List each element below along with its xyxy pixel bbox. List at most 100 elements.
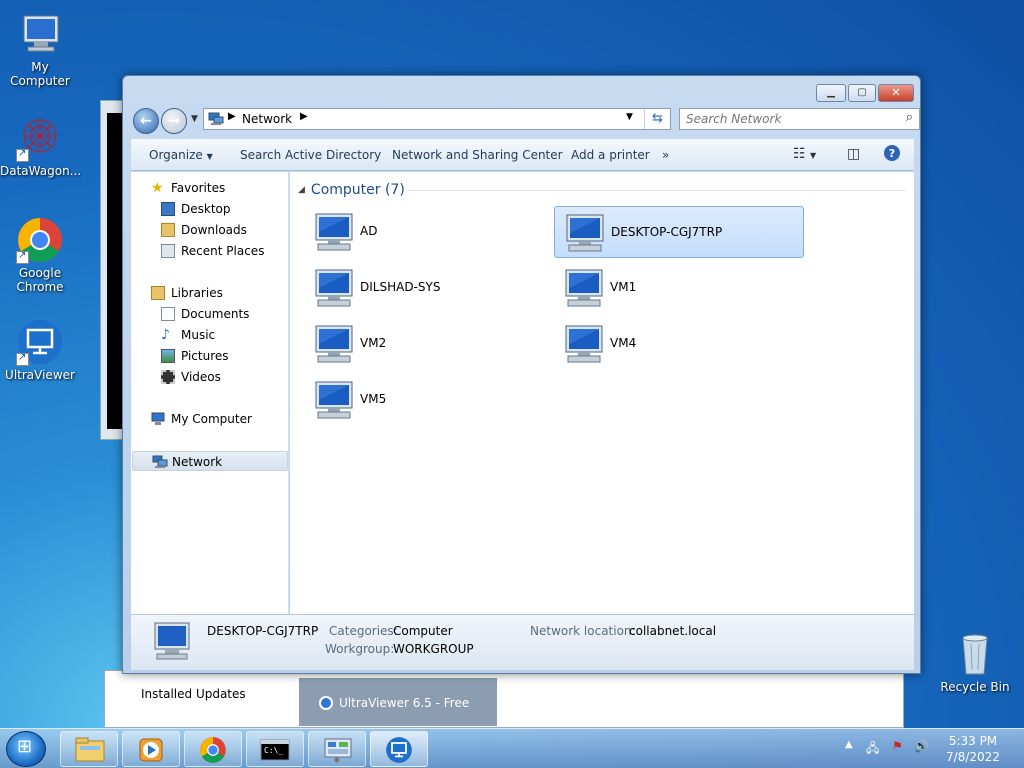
- breadcrumb-chevron-icon[interactable]: ▶: [228, 111, 236, 122]
- taskbar-chrome-button[interactable]: [184, 731, 242, 767]
- explorer-window[interactable]: ▁ ▢ ✕ ← → ▼ ▶ Network ▶ ▼ ⇆ ⌕ Organize ▼…: [122, 75, 921, 674]
- maximize-button[interactable]: ▢: [848, 84, 876, 102]
- installed-updates-link[interactable]: Installed Updates: [141, 687, 246, 701]
- nav-favorites[interactable]: ★ Favorites: [131, 178, 287, 198]
- nav-label: Downloads: [181, 223, 247, 237]
- address-bar[interactable]: ▶ Network ▶ ▼ ⇆: [203, 108, 671, 130]
- details-categories-value: Computer: [393, 624, 453, 638]
- clock[interactable]: 5:33 PM 7/8/2022: [930, 733, 1016, 765]
- computer-item-label: AD: [360, 224, 378, 238]
- nav-music[interactable]: ♪ Music: [131, 325, 287, 345]
- group-header-label: Computer (7): [310, 182, 405, 198]
- shortcut-arrow-icon: [16, 147, 29, 162]
- nav-label: Recent Places: [181, 244, 265, 258]
- desktop-icon-google-chrome[interactable]: Google Chrome: [0, 216, 80, 294]
- computer-item[interactable]: VM1: [554, 262, 804, 314]
- ultraviewer-icon: [386, 737, 412, 763]
- network-sharing-center-button[interactable]: Network and Sharing Center: [392, 148, 563, 162]
- nav-desktop[interactable]: Desktop: [131, 199, 287, 219]
- music-icon: ♪: [161, 327, 170, 343]
- desktop-icon-recycle-bin[interactable]: Recycle Bin: [935, 630, 1015, 694]
- preview-pane-icon[interactable]: ◫: [847, 146, 860, 162]
- breadcrumb-chevron-icon[interactable]: ▶: [300, 111, 308, 122]
- computer-icon: [561, 213, 609, 258]
- taskbar-ultraviewer-button[interactable]: [370, 731, 428, 767]
- taskbar-media-player-button[interactable]: [122, 731, 180, 767]
- nav-my-computer[interactable]: My Computer: [131, 409, 287, 429]
- computer-item-label: VM2: [360, 336, 387, 350]
- nav-label: Favorites: [171, 181, 226, 195]
- computer-item[interactable]: DESKTOP-CGJ7TRP: [554, 206, 804, 258]
- desktop-icon-ultraviewer[interactable]: UltraViewer: [0, 318, 80, 382]
- ultraviewer-taskbar-preview[interactable]: UltraViewer 6.5 - Free: [298, 677, 498, 727]
- ultraviewer-icon: [16, 318, 64, 366]
- desktop-icon-label: DataWagon...: [0, 164, 82, 178]
- nav-network[interactable]: Network: [132, 451, 288, 471]
- computer-item[interactable]: VM2: [304, 318, 554, 370]
- search-box[interactable]: ⌕: [679, 108, 920, 130]
- organize-label: Organize: [149, 148, 203, 162]
- computer-icon: [560, 324, 608, 369]
- nav-recent-places[interactable]: Recent Places: [131, 241, 287, 261]
- downloads-folder-icon: [161, 223, 175, 237]
- taskbar-cmd-button[interactable]: C:\_: [246, 731, 304, 767]
- start-button[interactable]: [6, 731, 46, 767]
- volume-icon[interactable]: 🔊: [914, 739, 929, 753]
- group-header[interactable]: ◢ Computer (7): [298, 182, 405, 198]
- more-commands-button[interactable]: »: [662, 148, 669, 162]
- details-workgroup-label: Workgroup:: [325, 642, 395, 656]
- computer-icon: [560, 268, 608, 313]
- computer-item[interactable]: DILSHAD-SYS: [304, 262, 554, 314]
- desktop-icon-my-computer[interactable]: My Computer: [0, 10, 80, 88]
- nav-pictures[interactable]: Pictures: [131, 346, 287, 366]
- close-button[interactable]: ✕: [878, 84, 914, 102]
- nav-label: Videos: [181, 370, 221, 384]
- computer-item[interactable]: AD: [304, 206, 554, 258]
- nav-downloads[interactable]: Downloads: [131, 220, 287, 240]
- computer-item[interactable]: VM4: [554, 318, 804, 370]
- forward-button[interactable]: →: [161, 108, 187, 134]
- nav-libraries[interactable]: Libraries: [131, 283, 287, 303]
- desktop-icon-label: UltraViewer: [5, 368, 75, 382]
- refresh-icon[interactable]: ⇆: [644, 109, 670, 129]
- taskbar-control-panel-button[interactable]: [308, 731, 366, 767]
- back-button[interactable]: ←: [133, 108, 159, 134]
- clock-date: 7/8/2022: [946, 750, 1000, 764]
- computer-item-label: DILSHAD-SYS: [360, 280, 441, 294]
- ultraviewer-preview-title: UltraViewer 6.5 - Free: [339, 696, 470, 710]
- nav-label: Desktop: [181, 202, 231, 216]
- search-input[interactable]: [686, 112, 886, 126]
- breadcrumb-network[interactable]: Network: [242, 112, 292, 126]
- computer-icon: [310, 268, 358, 313]
- computer-item-label: VM1: [610, 280, 637, 294]
- minimize-button[interactable]: ▁: [816, 84, 846, 102]
- recent-pages-dropdown[interactable]: ▼: [191, 114, 198, 124]
- computer-icon: [310, 324, 358, 369]
- taskbar-explorer-button[interactable]: [60, 731, 118, 767]
- computer-item[interactable]: VM5: [304, 374, 554, 426]
- computer-icon: [16, 10, 64, 58]
- network-tray-icon[interactable]: 🖧: [866, 739, 879, 760]
- change-view-icon[interactable]: ☷ ▼: [793, 146, 816, 162]
- add-printer-button[interactable]: Add a printer: [571, 148, 650, 162]
- control-panel-icon: [324, 738, 352, 763]
- nav-label: My Computer: [171, 412, 252, 426]
- search-icon[interactable]: ⌕: [906, 110, 913, 125]
- organize-button[interactable]: Organize ▼: [149, 148, 213, 162]
- address-dropdown-icon[interactable]: ▼: [626, 112, 633, 122]
- media-player-icon: [139, 738, 163, 762]
- desktop-icon: [161, 202, 175, 216]
- nav-documents[interactable]: Documents: [131, 304, 287, 324]
- nav-videos[interactable]: Videos: [131, 367, 287, 387]
- help-icon[interactable]: ?: [883, 144, 901, 166]
- background-programs-window[interactable]: Installed Updates: [104, 670, 904, 728]
- details-network-location-label: Network location:: [530, 624, 636, 638]
- search-active-directory-button[interactable]: Search Active Directory: [240, 148, 381, 162]
- desktop-icon-datawagon[interactable]: DataWagon...: [0, 114, 82, 178]
- show-hidden-icons-icon[interactable]: ▲: [845, 739, 853, 750]
- computer-icon: [151, 412, 165, 426]
- nav-label: Network: [172, 455, 223, 469]
- libraries-icon: [151, 286, 165, 300]
- dropdown-arrow-icon: ▼: [206, 152, 213, 161]
- action-center-flag-icon[interactable]: ⚑: [892, 739, 903, 753]
